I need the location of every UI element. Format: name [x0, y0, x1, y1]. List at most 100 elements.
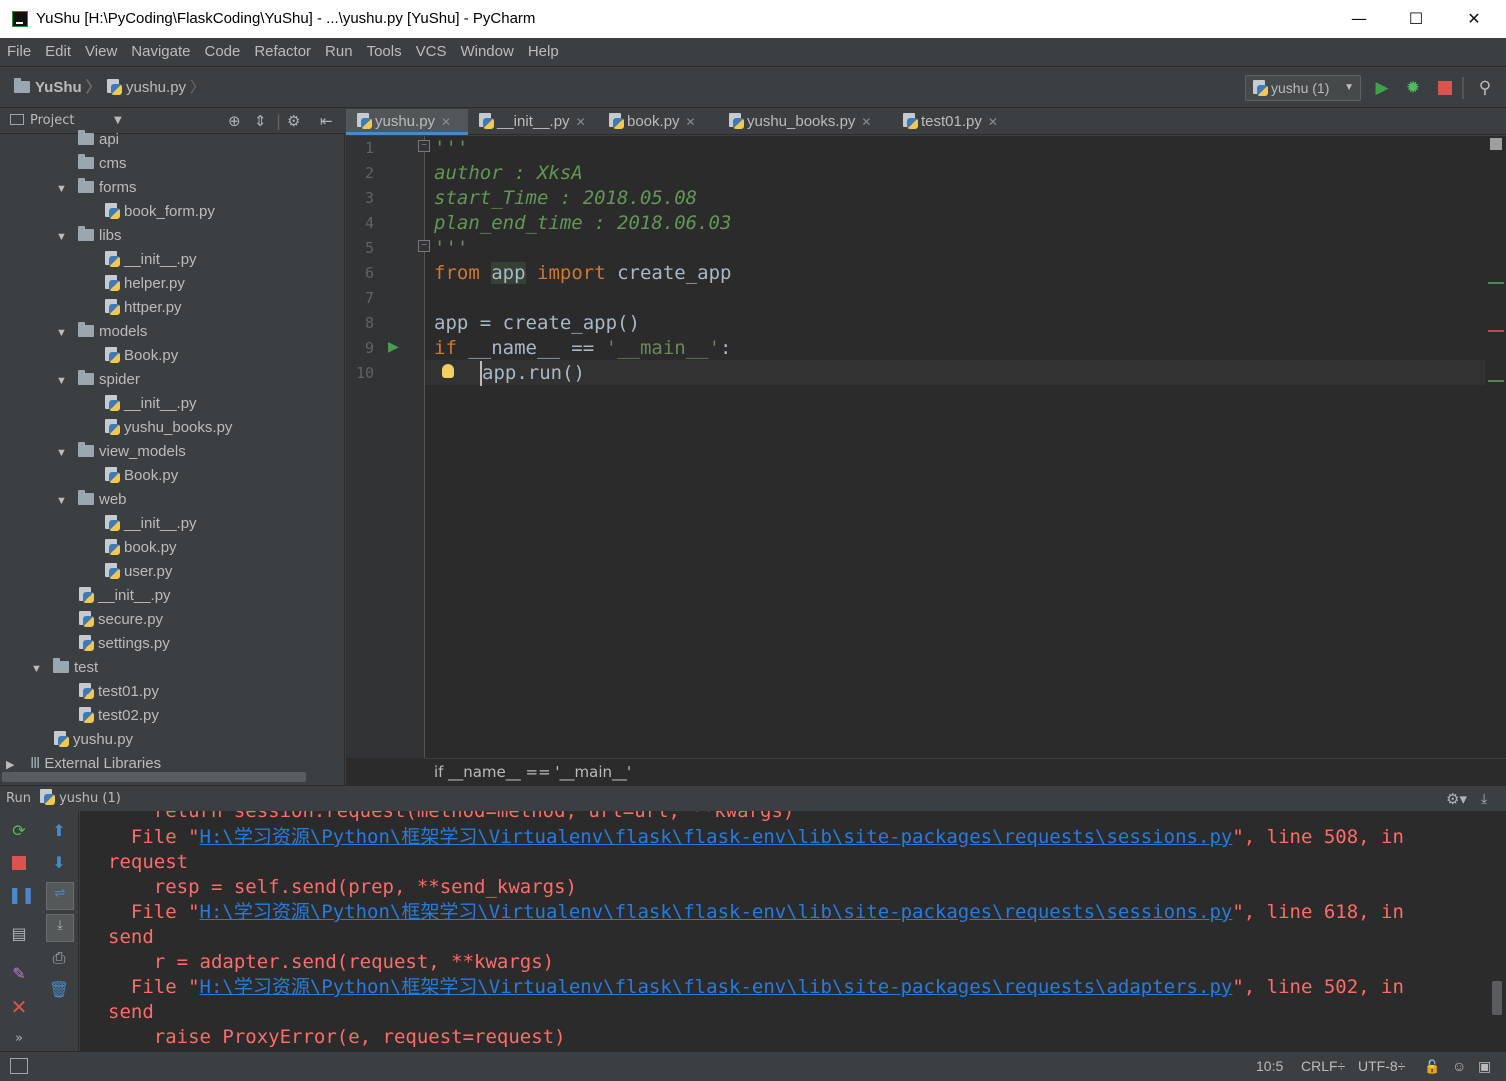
lightbulb-icon[interactable] — [442, 364, 454, 378]
tree-item[interactable]: ▼ libs — [56, 224, 122, 248]
tree-item[interactable]: ▼ spider — [56, 368, 140, 392]
pause-icon[interactable]: ❚❚ — [8, 884, 35, 906]
tree-item[interactable]: test01.py — [56, 680, 159, 704]
run-icon[interactable]: ▶ — [1371, 77, 1393, 99]
file-link[interactable]: H:\学习资源\Python\框架学习\Virtualenv\flask\fla… — [200, 901, 1233, 923]
run-tab[interactable]: Run yushu (1) — [6, 786, 121, 812]
tree-item[interactable]: __init__.py — [82, 248, 197, 272]
hide-panel-icon[interactable]: ⇤ — [320, 109, 333, 133]
toggle-tool-windows-icon[interactable] — [10, 1058, 28, 1074]
run-configuration-dropdown[interactable]: yushu (1) ▼ — [1245, 75, 1361, 101]
tree-item[interactable]: ▼ models — [56, 320, 147, 344]
horizontal-scrollbar[interactable] — [2, 772, 306, 782]
close-tab-icon[interactable]: ✕ — [861, 115, 871, 129]
gear-icon[interactable]: ⚙ — [287, 109, 300, 133]
tab-yushu-books-py[interactable]: yushu_books.py ✕ — [718, 109, 890, 135]
close-tab-icon[interactable]: ✕ — [988, 115, 998, 129]
run-gutter-icon[interactable]: ▶ — [388, 339, 399, 355]
tree-item[interactable]: user.py — [82, 560, 172, 584]
tab-book-py[interactable]: book.py ✕ — [598, 109, 716, 135]
expand-arrow-icon[interactable]: ▼ — [56, 489, 70, 513]
up-arrow-icon[interactable]: ⬆ — [48, 820, 70, 842]
fold-icon[interactable]: − — [418, 140, 430, 152]
debug-bug-icon[interactable]: ✹ — [1402, 77, 1424, 99]
menu-file[interactable]: File — [0, 38, 37, 66]
close-tab-icon[interactable]: ✕ — [441, 115, 451, 129]
tab-test01-py[interactable]: test01.py ✕ — [892, 109, 1018, 135]
soft-wrap-icon[interactable]: ⇌ — [46, 882, 74, 910]
menu-help[interactable]: Help — [520, 38, 565, 66]
tree-item[interactable]: api — [56, 128, 119, 152]
locate-target-icon[interactable]: ⊕ — [228, 109, 241, 133]
collapse-all-icon[interactable]: ⇕ — [254, 109, 267, 133]
line-separator[interactable]: CRLF÷ — [1301, 1052, 1345, 1081]
pin-icon[interactable]: ✎ — [8, 963, 30, 985]
expand-arrow-icon[interactable]: ▼ — [56, 321, 70, 345]
close-tab-icon[interactable]: ✕ — [686, 115, 696, 129]
expand-arrow-icon[interactable]: ▼ — [31, 657, 45, 681]
stop-icon[interactable] — [1434, 77, 1456, 99]
tree-item[interactable]: __init__.py — [82, 512, 197, 536]
tree-item[interactable]: yushu_books.py — [82, 416, 232, 440]
menu-tools[interactable]: Tools — [359, 38, 408, 66]
tree-item[interactable]: test02.py — [56, 704, 159, 728]
close-window-button[interactable]: ✕ — [1446, 0, 1502, 38]
menu-vcs[interactable]: VCS — [408, 38, 453, 66]
expand-arrow-icon[interactable]: ▼ — [56, 225, 70, 249]
code-editor[interactable]: 1 2 3 4 5 6 7 8 9 10 ▶ − − ''' author : … — [346, 136, 1506, 786]
maximize-button[interactable]: ☐ — [1388, 0, 1444, 38]
tree-item[interactable]: ▼ view_models — [56, 440, 186, 464]
run-console[interactable]: return session.request(method=method, ur… — [80, 811, 1506, 1051]
file-encoding[interactable]: UTF-8÷ — [1358, 1052, 1405, 1081]
down-arrow-icon[interactable]: ⬇ — [48, 852, 70, 874]
layout-icon[interactable]: ▤ — [8, 923, 30, 945]
tree-item[interactable]: httper.py — [82, 296, 182, 320]
menu-view[interactable]: View — [77, 38, 123, 66]
menu-window[interactable]: Window — [452, 38, 519, 66]
scroll-to-end-icon[interactable]: ⤓ — [46, 914, 74, 942]
tree-item[interactable]: cms — [56, 152, 127, 176]
tab-init-py[interactable]: __init__.py ✕ — [468, 109, 596, 135]
tab-yushu-py[interactable]: yushu.py ✕ — [346, 109, 468, 135]
breadcrumb-file[interactable]: yushu.py 〉 — [106, 67, 209, 109]
tree-item[interactable]: book_form.py — [82, 200, 215, 224]
tree-item[interactable]: helper.py — [82, 272, 185, 296]
expand-arrow-icon[interactable]: ▼ — [56, 369, 70, 393]
menu-code[interactable]: Code — [196, 38, 246, 66]
tree-item[interactable]: book.py — [82, 536, 177, 560]
tree-item[interactable]: ▼ test — [31, 656, 98, 680]
close-tab-icon[interactable]: ✕ — [576, 115, 586, 129]
tree-item[interactable]: yushu.py — [31, 728, 133, 752]
vertical-scrollbar[interactable] — [1492, 981, 1502, 1015]
expand-arrow-icon[interactable]: ▼ — [56, 441, 70, 465]
fold-icon[interactable]: − — [418, 240, 430, 252]
file-link[interactable]: H:\学习资源\Python\框架学习\Virtualenv\flask\fla… — [200, 976, 1233, 998]
tree-item[interactable]: ▼ web — [56, 488, 127, 512]
error-marker[interactable] — [1488, 330, 1504, 332]
minimize-panel-icon[interactable]: ⤓ — [1481, 786, 1487, 812]
tree-item[interactable]: __init__.py — [56, 584, 171, 608]
more-icon[interactable]: » — [8, 1028, 30, 1050]
inspection-status-icon[interactable] — [1490, 138, 1502, 150]
tree-item[interactable]: __init__.py — [82, 392, 197, 416]
breadcrumb-project[interactable]: YuShu 〉 — [14, 67, 105, 109]
rerun-icon[interactable]: ⟳ — [8, 820, 30, 842]
print-icon[interactable]: ⎙ — [48, 947, 70, 969]
menu-navigate[interactable]: Navigate — [123, 38, 196, 66]
search-icon[interactable]: ⚲ — [1474, 77, 1496, 99]
menu-run[interactable]: Run — [317, 38, 359, 66]
gear-icon[interactable]: ⚙▾ — [1446, 786, 1467, 812]
file-link[interactable]: H:\学习资源\Python\框架学习\Virtualenv\flask\fla… — [200, 826, 1233, 848]
code-breadcrumb[interactable]: if __name__ == '__main__' — [434, 759, 631, 786]
tree-item[interactable]: settings.py — [56, 632, 170, 656]
caret-position[interactable]: 10:5 — [1256, 1052, 1283, 1081]
tree-item[interactable]: secure.py — [56, 608, 163, 632]
trash-icon[interactable]: 🗑 — [48, 979, 70, 1001]
tree-item[interactable]: Book.py — [82, 344, 178, 368]
minimize-button[interactable]: — — [1331, 0, 1387, 38]
warning-marker[interactable] — [1488, 282, 1504, 284]
warning-marker[interactable] — [1488, 380, 1504, 382]
menu-edit[interactable]: Edit — [37, 38, 77, 66]
expand-arrow-icon[interactable]: ▼ — [56, 177, 70, 201]
event-log-icon[interactable]: ▣ — [1478, 1052, 1491, 1081]
